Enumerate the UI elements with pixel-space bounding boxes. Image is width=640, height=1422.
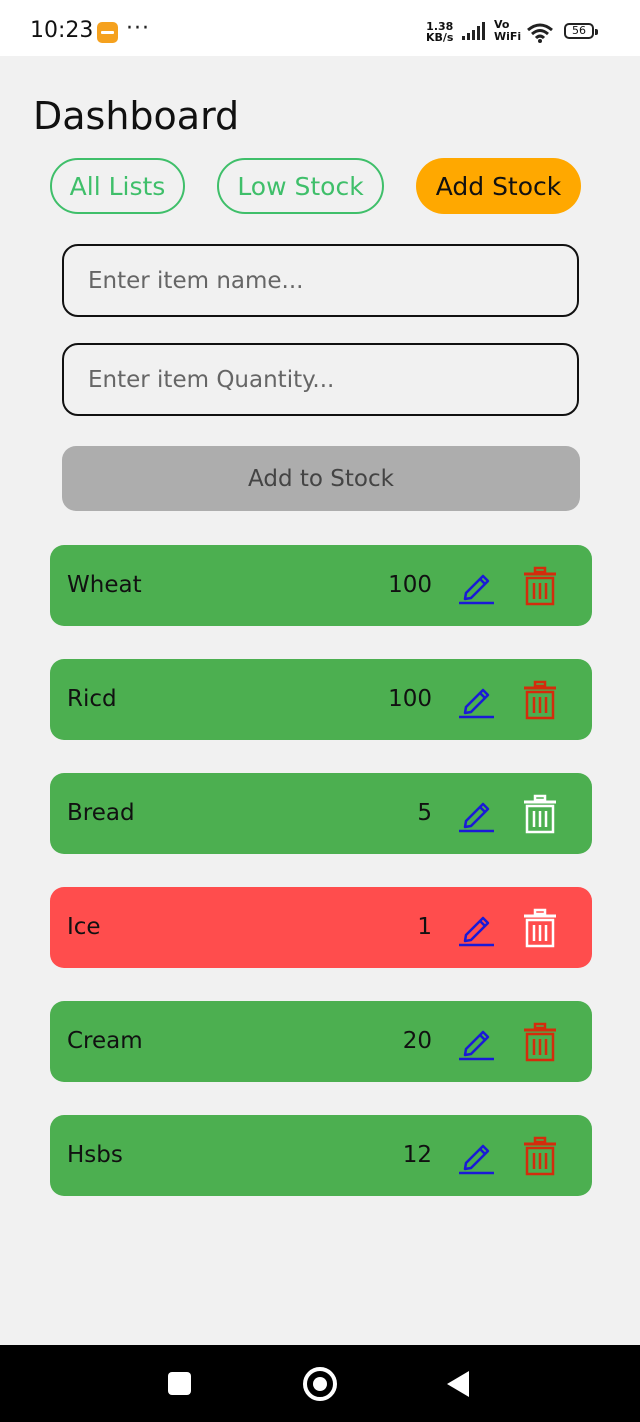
item-name: Wheat [67, 572, 142, 598]
stock-item-cream: Cream 20 [50, 1001, 592, 1082]
status-bar: 10:23 ··· 1.38 KB/s Vo WiFi 56 [0, 0, 640, 56]
tab-add-stock[interactable]: Add Stock [416, 158, 581, 214]
item-name: Bread [67, 800, 135, 826]
recent-apps-icon[interactable] [168, 1372, 191, 1395]
trash-icon[interactable] [522, 794, 558, 834]
trash-icon[interactable] [522, 1022, 558, 1062]
signal-icon [462, 22, 485, 40]
app-notification-icon [97, 22, 118, 43]
home-icon[interactable] [303, 1367, 337, 1401]
item-name: Cream [67, 1028, 143, 1054]
vowifi-indicator: Vo WiFi [494, 19, 521, 43]
pencil-icon[interactable] [458, 681, 496, 719]
page-title: Dashboard [33, 94, 240, 138]
status-time: 10:23 [30, 18, 94, 43]
vowifi-label: WiFi [494, 30, 522, 43]
trash-icon[interactable] [522, 908, 558, 948]
trash-icon[interactable] [522, 680, 558, 720]
back-icon[interactable] [447, 1371, 469, 1397]
network-speed: 1.38 KB/s [426, 21, 453, 43]
item-quantity-input[interactable] [62, 343, 579, 416]
system-nav-bar [0, 1345, 640, 1422]
stock-item-wheat: Wheat 100 [50, 545, 592, 626]
pencil-icon[interactable] [458, 909, 496, 947]
item-quantity: 100 [388, 572, 432, 598]
item-name: Ricd [67, 686, 117, 712]
item-quantity: 5 [417, 800, 432, 826]
pencil-icon[interactable] [458, 1137, 496, 1175]
trash-icon[interactable] [522, 566, 558, 606]
battery-icon: 56 [564, 23, 598, 39]
item-name: Hsbs [67, 1142, 123, 1168]
item-quantity: 12 [402, 1142, 432, 1168]
pencil-icon[interactable] [458, 567, 496, 605]
network-speed-unit: KB/s [426, 31, 454, 44]
item-quantity: 1 [417, 914, 432, 940]
tab-all-lists[interactable]: All Lists [50, 158, 185, 214]
pencil-icon[interactable] [458, 1023, 496, 1061]
pencil-icon[interactable] [458, 795, 496, 833]
tab-low-stock[interactable]: Low Stock [217, 158, 384, 214]
item-quantity: 20 [402, 1028, 432, 1054]
more-notifications-icon: ··· [126, 16, 150, 41]
wifi-icon [527, 23, 553, 43]
add-to-stock-button[interactable]: Add to Stock [62, 446, 580, 511]
item-quantity: 100 [388, 686, 432, 712]
stock-item-hsbs: Hsbs 12 [50, 1115, 592, 1196]
stock-item-bread: Bread 5 [50, 773, 592, 854]
stock-item-ice: Ice 1 [50, 887, 592, 968]
stock-item-ricd: Ricd 100 [50, 659, 592, 740]
item-name: Ice [67, 914, 101, 940]
trash-icon[interactable] [522, 1136, 558, 1176]
item-name-input[interactable] [62, 244, 579, 317]
